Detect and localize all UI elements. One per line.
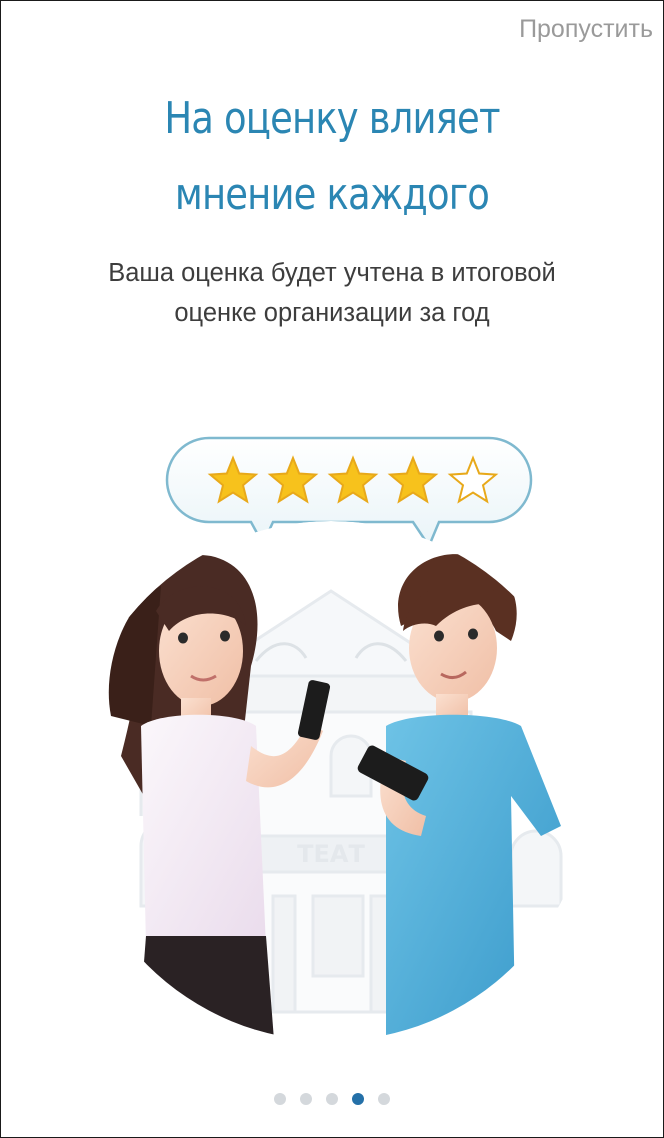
theater-scene: ТЕАТ xyxy=(71,521,591,1041)
page-indicator xyxy=(1,1093,663,1105)
page-dot[interactable] xyxy=(326,1093,338,1105)
page-dot[interactable] xyxy=(300,1093,312,1105)
subtitle-line-2: оценке организации за год xyxy=(174,299,490,327)
page-dot[interactable] xyxy=(378,1093,390,1105)
theater-sign-text: ТЕАТ xyxy=(297,840,365,868)
people-rating-illustration: ТЕАТ xyxy=(71,436,591,1041)
page-dot[interactable] xyxy=(274,1093,286,1105)
title-line-2: мнение каждого xyxy=(174,169,490,220)
page-subtitle: Ваша оценка будет учтена в итоговой оцен… xyxy=(41,253,623,333)
skip-button[interactable]: Пропустить xyxy=(519,15,653,44)
page-title: На оценку влияет мнение каждого xyxy=(54,81,610,233)
onboarding-screen: Пропустить На оценку влияет мнение каждо… xyxy=(0,0,664,1138)
page-dot[interactable] xyxy=(352,1093,364,1105)
title-line-1: На оценку влияет xyxy=(164,93,500,144)
subtitle-line-1: Ваша оценка будет учтена в итоговой xyxy=(108,259,556,287)
